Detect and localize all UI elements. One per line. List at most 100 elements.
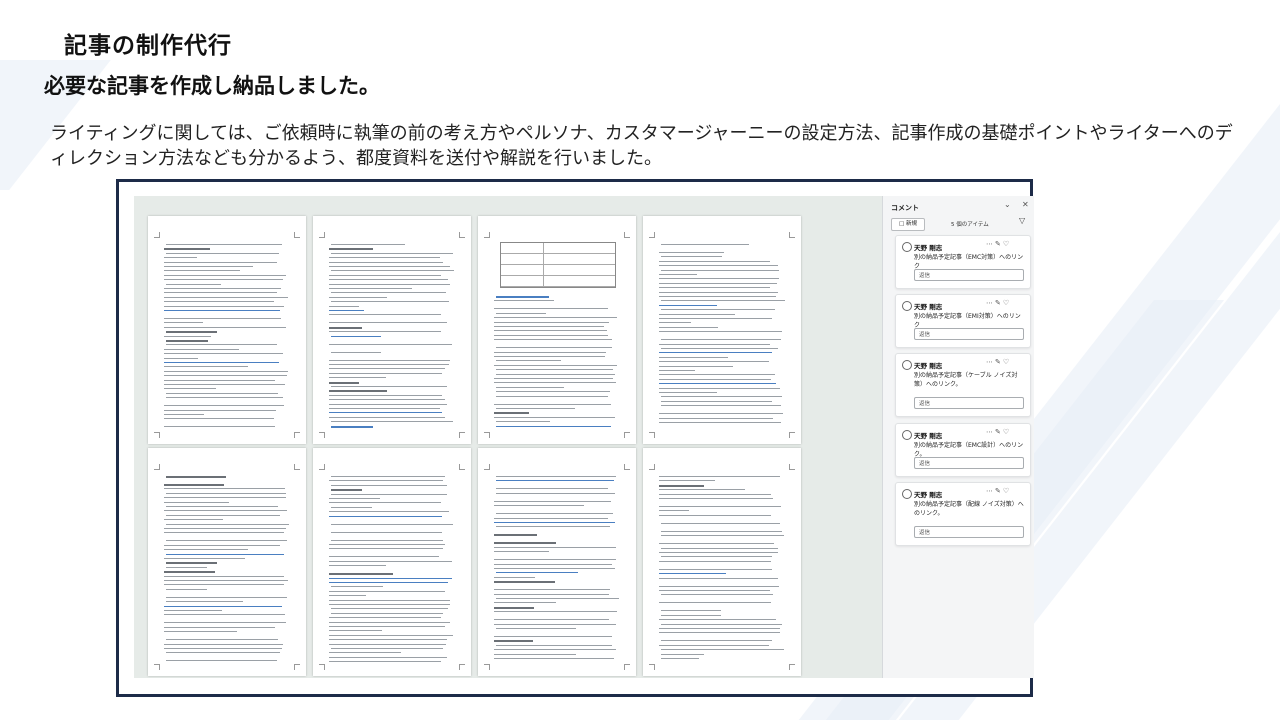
page-text-line — [164, 292, 278, 294]
comment-actions[interactable]: ⋯✎♡ — [986, 428, 1011, 436]
page-text-line — [494, 636, 612, 637]
avatar — [902, 301, 912, 311]
page-text-line — [331, 539, 444, 541]
page-heading-line — [494, 606, 535, 609]
table-column-divider — [543, 243, 544, 287]
page-text-line — [164, 366, 248, 368]
page-text-line — [329, 283, 450, 285]
comment-icon: □ — [899, 221, 905, 227]
page-text-line — [494, 300, 554, 302]
edit-icon[interactable]: ✎ — [995, 240, 1003, 248]
page-text-line — [661, 522, 781, 524]
page-text-line — [164, 409, 277, 411]
like-icon[interactable]: ♡ — [1003, 240, 1011, 248]
page-text-line — [496, 513, 613, 515]
page-text-line — [166, 252, 280, 254]
like-icon[interactable]: ♡ — [1003, 299, 1011, 307]
page-text-line — [661, 300, 785, 302]
page-text-line — [661, 256, 722, 258]
page-heading-line — [331, 425, 373, 428]
document-page — [478, 216, 636, 444]
page-margin-mark — [459, 432, 465, 438]
page-margin-mark — [294, 664, 300, 670]
more-options-icon[interactable]: ⋯ — [986, 428, 995, 436]
page-text-line — [496, 386, 565, 388]
comment-card[interactable]: 天野 剛志 ⋯✎♡ 別の納品予定記事（EMC対策）へのリンク 返信 — [895, 235, 1031, 289]
page-text-line — [329, 560, 453, 562]
page-text-line — [166, 596, 287, 598]
comment-card[interactable]: 天野 剛志 ⋯✎♡ 別の納品予定記事（配線 ノイズ対策）へのリンク。 返信 — [895, 482, 1031, 546]
document-page — [313, 448, 471, 676]
page-text-line — [659, 480, 716, 482]
comment-actions[interactable]: ⋯✎♡ — [986, 240, 1011, 248]
like-icon[interactable]: ♡ — [1003, 487, 1011, 495]
edit-icon[interactable]: ✎ — [995, 358, 1003, 366]
comment-card[interactable]: 天野 剛志 ⋯✎♡ 別の納品予定記事（ケーブル ノイズ対策）へのリンク。 返信 — [895, 353, 1031, 417]
page-text-line — [659, 326, 718, 328]
more-options-icon[interactable]: ⋯ — [986, 487, 995, 495]
chevron-down-icon[interactable]: ⌄ — [1004, 200, 1011, 209]
page-text-line — [494, 403, 612, 405]
page-margin-mark — [484, 232, 490, 238]
comment-author: 天野 剛志 — [914, 303, 943, 311]
comment-author: 天野 剛志 — [914, 362, 943, 370]
page-text-line — [661, 623, 783, 625]
page-text-line — [494, 364, 618, 366]
more-options-icon[interactable]: ⋯ — [986, 240, 995, 248]
page-text-line — [164, 605, 283, 607]
table-row — [501, 243, 615, 254]
page-text-line — [496, 488, 608, 490]
reply-input[interactable]: 返信 — [914, 397, 1024, 409]
reply-input[interactable]: 返信 — [914, 526, 1024, 538]
comment-author: 天野 剛志 — [914, 432, 943, 440]
page-text-line — [164, 301, 275, 303]
page-text-line — [329, 502, 442, 504]
page-margin-mark — [294, 232, 300, 238]
slide-subtitle: 必要な記事を作成し納品しました。 — [44, 74, 380, 98]
reply-input[interactable]: 返信 — [914, 457, 1024, 469]
page-text-line — [661, 653, 704, 655]
page-text-line — [494, 416, 615, 418]
page-text-line — [164, 405, 285, 407]
page-text-line — [164, 348, 240, 350]
reply-input[interactable]: 返信 — [914, 328, 1024, 340]
page-text-line — [659, 590, 771, 591]
page-heading-line — [164, 571, 216, 574]
page-text-line — [496, 425, 611, 427]
comment-card[interactable]: 天野 剛志 ⋯✎♡ 別の納品予定記事（EMC設計）へのリンク。 返信 — [895, 423, 1031, 477]
more-options-icon[interactable]: ⋯ — [986, 358, 995, 366]
new-comment-button[interactable]: □ 新規 — [891, 218, 925, 231]
comments-panel: コメント ⌄ ✕ □ 新規 5 個のアイテム ▽ 天野 剛志 ⋯✎♡ 別の納品予… — [882, 196, 1034, 678]
comment-actions[interactable]: ⋯✎♡ — [986, 299, 1011, 307]
comment-card[interactable]: 天野 剛志 ⋯✎♡ 別の納品予定記事（EMI対策）へのリンク 返信 — [895, 294, 1031, 348]
edit-icon[interactable]: ✎ — [995, 487, 1003, 495]
page-text-line — [331, 493, 447, 495]
page-text-line — [496, 598, 620, 599]
page-text-line — [661, 594, 773, 596]
page-text-line — [659, 476, 781, 477]
like-icon[interactable]: ♡ — [1003, 428, 1011, 436]
more-options-icon[interactable]: ⋯ — [986, 299, 995, 307]
page-text-line — [331, 484, 448, 486]
close-icon[interactable]: ✕ — [1022, 200, 1029, 209]
page-text-line — [329, 639, 448, 641]
page-text-line — [164, 318, 281, 319]
page-text-line — [496, 628, 577, 629]
page-text-line — [494, 356, 606, 357]
page-text-line — [164, 288, 281, 289]
edit-icon[interactable]: ✎ — [995, 428, 1003, 436]
page-text-line — [164, 257, 197, 259]
comment-actions[interactable]: ⋯✎♡ — [986, 358, 1011, 366]
page-text-line — [166, 523, 289, 525]
page-text-line — [164, 418, 275, 420]
filter-icon[interactable]: ▽ — [1019, 216, 1025, 225]
like-icon[interactable]: ♡ — [1003, 358, 1011, 366]
page-text-line — [659, 274, 698, 275]
slide-title: 記事の制作代行 — [64, 33, 232, 59]
reply-input[interactable]: 返信 — [914, 269, 1024, 281]
avatar — [902, 489, 912, 499]
page-text-line — [329, 577, 452, 579]
page-text-line — [329, 322, 447, 324]
comment-actions[interactable]: ⋯✎♡ — [986, 487, 1011, 495]
edit-icon[interactable]: ✎ — [995, 299, 1003, 307]
